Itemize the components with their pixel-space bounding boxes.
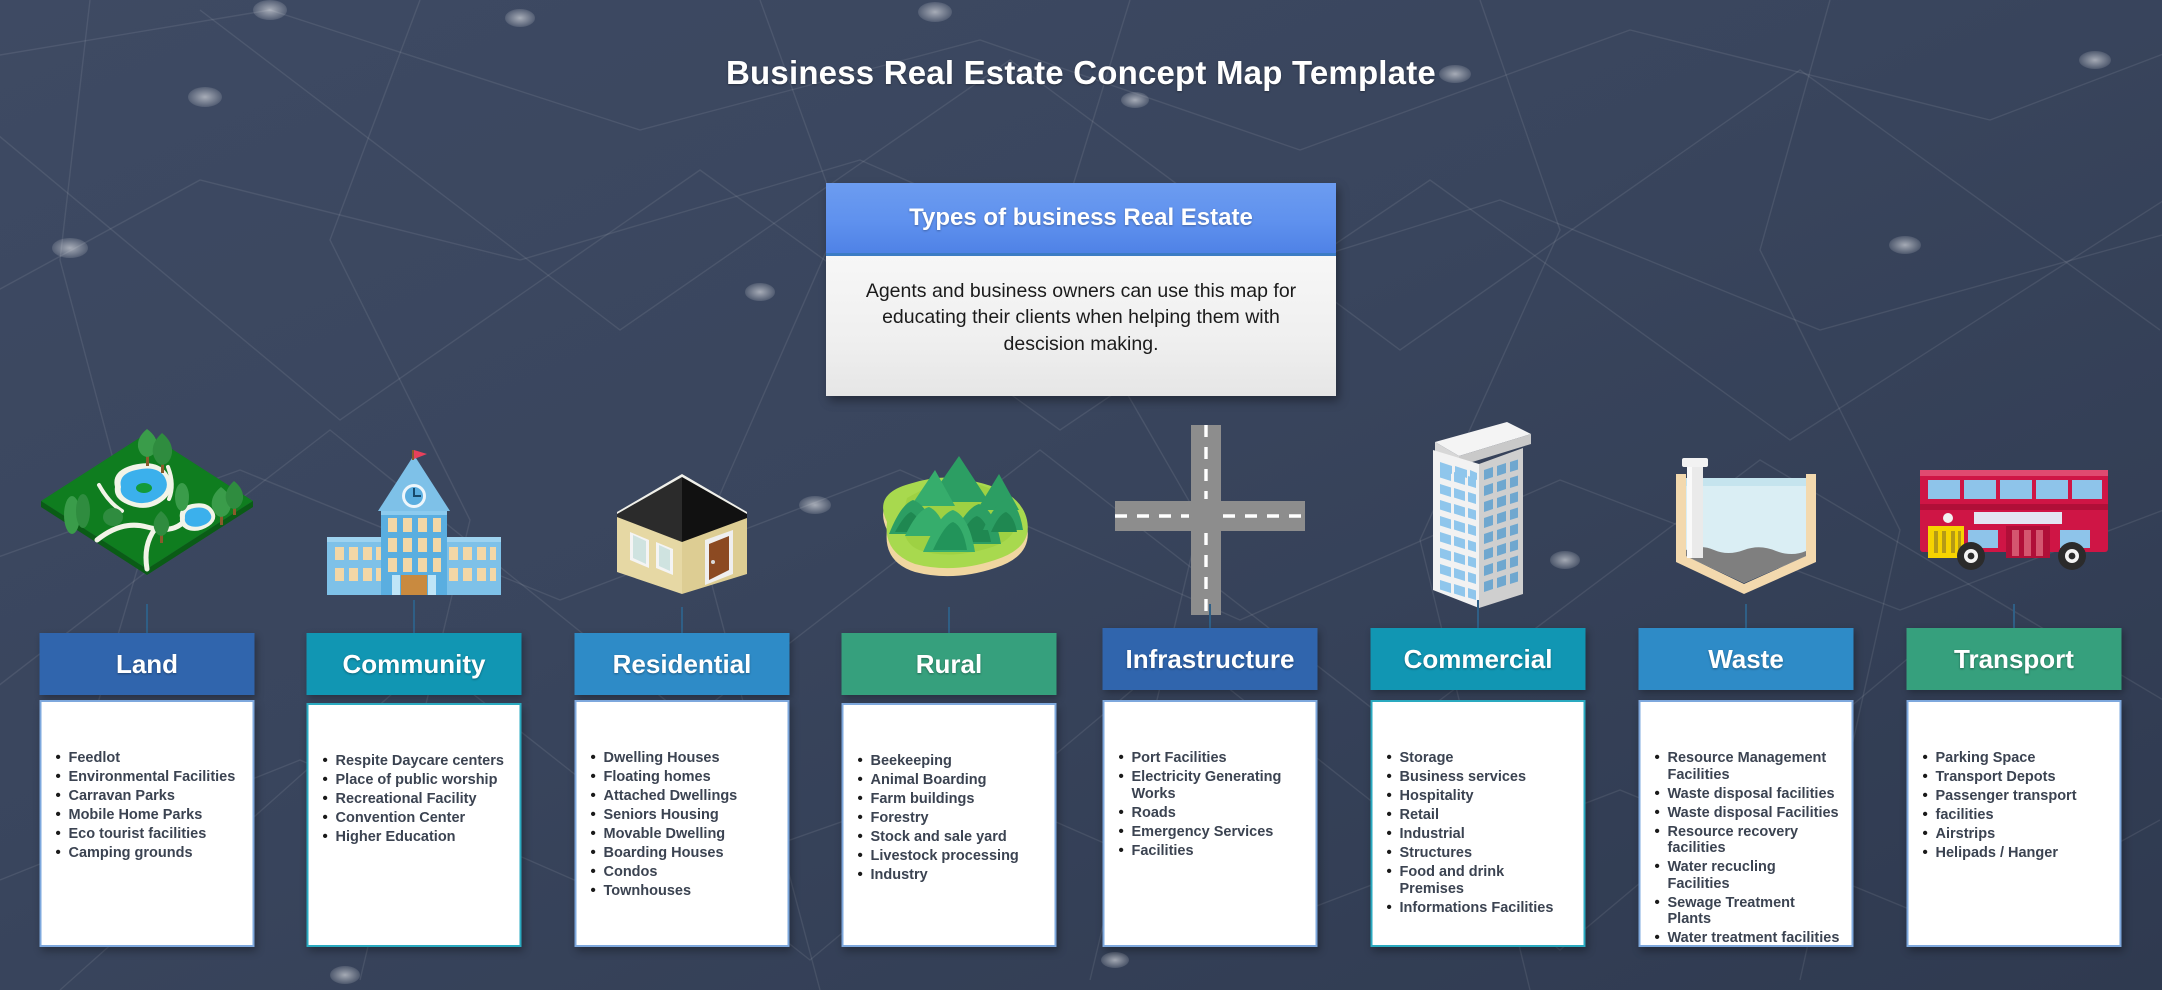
- list-item[interactable]: Respite Daycare centers: [323, 752, 508, 770]
- list-item[interactable]: Transport Depots: [1923, 768, 2108, 786]
- list-item[interactable]: Waste disposal Facilities: [1655, 804, 1840, 822]
- list-item[interactable]: Environmental Facilities: [56, 768, 241, 786]
- list-item[interactable]: Resource recovery facilities: [1655, 823, 1840, 857]
- double-decker-bus-icon: [1914, 452, 2114, 587]
- column-header-commercial[interactable]: Commercial: [1370, 628, 1586, 690]
- column-list-waste: Resource Management Facilities Waste disp…: [1655, 749, 1840, 947]
- column-header-residential[interactable]: Residential: [574, 633, 790, 695]
- column-card-land: FeedlotEnvironmental FacilitiesCarravan …: [39, 700, 255, 947]
- connector-line-waste: [1745, 604, 1747, 628]
- column-card-residential: Dwelling HousesFloating homesAttached Dw…: [574, 700, 790, 947]
- concept-card-header: Types of business Real Estate: [826, 183, 1336, 256]
- concept-card: Types of business Real Estate Agents and…: [826, 183, 1336, 396]
- column-list-commercial: StorageBusiness servicesHospitalityRetai…: [1387, 749, 1572, 917]
- list-item[interactable]: facilities: [1923, 806, 2108, 824]
- column-list-land: FeedlotEnvironmental FacilitiesCarravan …: [56, 749, 241, 862]
- list-item[interactable]: Airstrips: [1923, 825, 2108, 843]
- list-item[interactable]: Water treatment facilities: [1655, 929, 1840, 947]
- list-item[interactable]: Higher Education: [323, 828, 508, 846]
- list-item[interactable]: Mobile Home Parks: [56, 806, 241, 824]
- list-item[interactable]: Camping grounds: [56, 844, 241, 862]
- column-header-land[interactable]: Land: [39, 633, 255, 695]
- list-item[interactable]: Roads: [1119, 804, 1304, 822]
- connector-line-land: [146, 604, 148, 633]
- list-item[interactable]: Industrial: [1387, 825, 1572, 843]
- list-item[interactable]: Informations Facilities: [1387, 899, 1572, 917]
- list-item[interactable]: Retail: [1387, 806, 1572, 824]
- list-item[interactable]: Seniors Housing: [591, 806, 776, 824]
- list-item[interactable]: Electricity Generating Works: [1119, 768, 1304, 802]
- list-item[interactable]: Hospitality: [1387, 787, 1572, 805]
- list-item[interactable]: Feedlot: [56, 749, 241, 767]
- list-item[interactable]: Dwelling Houses: [591, 749, 776, 767]
- column-list-transport: Parking SpaceTransport DepotsPassenger t…: [1923, 749, 2108, 862]
- concept-card-body: Agents and business owners can use this …: [826, 256, 1336, 396]
- column-header-transport[interactable]: Transport: [1906, 628, 2122, 690]
- forest-hills-island-icon: [849, 452, 1049, 607]
- list-item[interactable]: Boarding Houses: [591, 844, 776, 862]
- list-item[interactable]: Parking Space: [1923, 749, 2108, 767]
- list-item[interactable]: Waste disposal facilities: [1655, 785, 1840, 803]
- connector-line-rural: [948, 607, 950, 633]
- list-item[interactable]: Farm buildings: [858, 790, 1043, 808]
- column-card-transport: Parking SpaceTransport DepotsPassenger t…: [1906, 700, 2122, 947]
- list-item[interactable]: Recreational Facility: [323, 790, 508, 808]
- list-item[interactable]: Carravan Parks: [56, 787, 241, 805]
- list-item[interactable]: Animal Boarding: [858, 771, 1043, 789]
- column-card-rural: BeekeepingAnimal BoardingFarm buildingsF…: [841, 703, 1057, 947]
- list-item[interactable]: Passenger transport: [1923, 787, 2108, 805]
- column-card-waste: Resource Management Facilities Waste disp…: [1638, 700, 1854, 947]
- water-treatment-tank-icon: [1656, 452, 1836, 607]
- column-list-community: Respite Daycare centersPlace of public w…: [323, 752, 508, 846]
- list-item[interactable]: Structures: [1387, 844, 1572, 862]
- town-hall-building-icon: [319, 425, 509, 620]
- column-card-commercial: StorageBusiness servicesHospitalityRetai…: [1370, 700, 1586, 947]
- list-item[interactable]: Resource Management Facilities: [1655, 749, 1840, 783]
- column-list-infrastructure: Port FacilitiesElectricity Generating Wo…: [1119, 749, 1304, 860]
- column-header-infrastructure[interactable]: Infrastructure: [1102, 628, 1318, 690]
- list-item[interactable]: Port Facilities: [1119, 749, 1304, 767]
- list-item[interactable]: Stock and sale yard: [858, 828, 1043, 846]
- connector-line-community: [413, 600, 415, 633]
- connector-line-commercial: [1477, 600, 1479, 628]
- house-icon: [587, 452, 777, 607]
- list-item[interactable]: Food and drink Premises: [1387, 863, 1572, 897]
- connector-line-residential: [681, 607, 683, 633]
- crossroads-icon: [1115, 425, 1305, 620]
- list-item[interactable]: Business services: [1387, 768, 1572, 786]
- list-item[interactable]: Livestock processing: [858, 847, 1043, 865]
- list-item[interactable]: Floating homes: [591, 768, 776, 786]
- column-header-waste[interactable]: Waste: [1638, 628, 1854, 690]
- list-item[interactable]: Movable Dwelling: [591, 825, 776, 843]
- column-card-infrastructure: Port FacilitiesElectricity Generating Wo…: [1102, 700, 1318, 947]
- list-item[interactable]: Beekeeping: [858, 752, 1043, 770]
- list-item[interactable]: Helipads / Hanger: [1923, 844, 2108, 862]
- column-list-rural: BeekeepingAnimal BoardingFarm buildingsF…: [858, 752, 1043, 884]
- list-item[interactable]: Condos: [591, 863, 776, 881]
- connector-line-transport: [2013, 604, 2015, 628]
- list-item[interactable]: Townhouses: [591, 882, 776, 900]
- list-item[interactable]: Water recucling Facilities: [1655, 858, 1840, 892]
- list-item[interactable]: Eco tourist facilities: [56, 825, 241, 843]
- column-card-community: Respite Daycare centersPlace of public w…: [306, 703, 522, 947]
- list-item[interactable]: Emergency Services: [1119, 823, 1304, 841]
- list-item[interactable]: Forestry: [858, 809, 1043, 827]
- concept-card-description: Agents and business owners can use this …: [865, 280, 1297, 355]
- list-item[interactable]: Attached Dwellings: [591, 787, 776, 805]
- connector-line-infrastructure: [1209, 604, 1211, 628]
- column-list-residential: Dwelling HousesFloating homesAttached Dw…: [591, 749, 776, 900]
- office-tower-icon: [1403, 408, 1553, 623]
- page-title: Business Real Estate Concept Map Templat…: [726, 54, 1436, 91]
- isometric-park-land-icon: [37, 425, 257, 580]
- column-header-community[interactable]: Community: [306, 633, 522, 695]
- list-item[interactable]: Facilities: [1119, 842, 1304, 860]
- list-item[interactable]: Industry: [858, 866, 1043, 884]
- list-item[interactable]: Convention Center: [323, 809, 508, 827]
- list-item[interactable]: Sewage Treatment Plants: [1655, 894, 1840, 928]
- column-header-rural[interactable]: Rural: [841, 633, 1057, 695]
- list-item[interactable]: Storage: [1387, 749, 1572, 767]
- list-item[interactable]: Place of public worship: [323, 771, 508, 789]
